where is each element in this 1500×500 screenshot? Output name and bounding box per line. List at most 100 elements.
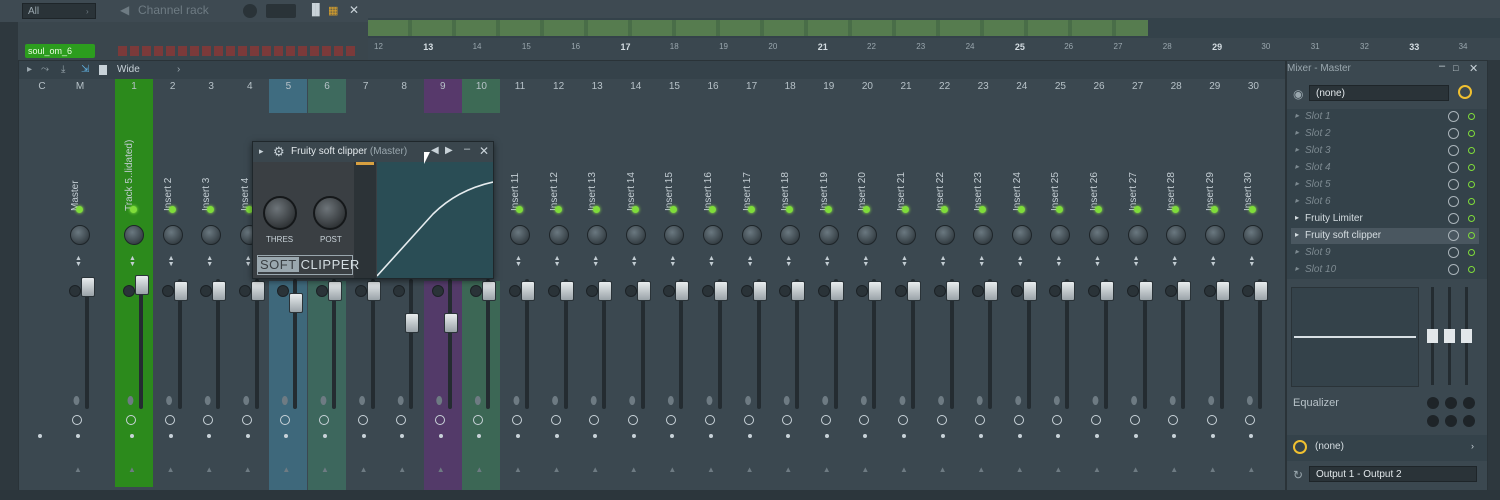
route-dot[interactable] (902, 434, 906, 438)
record-arm-icon[interactable]: ⬮ (938, 395, 945, 408)
mixer-strip[interactable]: 20 Insert 20 ▲ ▼ ⬮ ▲ (848, 79, 886, 487)
stereo-separation-knob[interactable] (70, 225, 90, 245)
route-arrow-icon[interactable]: ▲ (514, 465, 522, 474)
stereo-separation-knob[interactable] (1243, 225, 1264, 245)
input-select[interactable]: (none) (1315, 441, 1344, 452)
slot-enable-led[interactable] (1468, 181, 1475, 188)
record-arm-icon[interactable]: ⬮ (822, 395, 829, 408)
route-dot[interactable] (593, 434, 598, 438)
route-dot[interactable] (168, 434, 173, 438)
fx-slot[interactable]: ▸ Slot 2 (1291, 126, 1479, 142)
record-arm-icon[interactable]: ⬮ (397, 395, 404, 408)
latency-clock-icon[interactable] (589, 415, 600, 425)
volume-fader[interactable] (482, 281, 497, 301)
route-arrow-icon[interactable]: ▲ (591, 465, 599, 474)
volume-fader[interactable] (636, 281, 651, 301)
mix-knob[interactable] (1448, 145, 1459, 156)
mix-knob[interactable] (1448, 264, 1459, 275)
pan-knob[interactable] (702, 285, 714, 297)
swap-arrows-icon[interactable]: ▲▼ (1210, 255, 1217, 268)
strip-enable-led[interactable] (670, 206, 678, 213)
mixer-strip[interactable]: 21 Insert 21 ▲ ▼ ⬮ ▲ (887, 79, 925, 487)
route-arrow-icon[interactable]: ▲ (784, 465, 792, 474)
swap-arrows-icon[interactable]: ▲▼ (1171, 255, 1178, 268)
fx-slot[interactable]: ▸ Fruity soft clipper (1291, 228, 1479, 244)
slot-enable-led[interactable] (1468, 215, 1475, 222)
swap-arrows-icon[interactable]: ▲▼ (1133, 255, 1140, 268)
volume-fader[interactable] (521, 281, 535, 301)
strip-enable-led[interactable] (593, 206, 601, 213)
strip-enable-led[interactable] (1133, 206, 1141, 213)
swap-arrows-icon[interactable]: ▲▼ (669, 255, 676, 268)
pan-knob[interactable] (431, 285, 444, 297)
route-arrow-icon[interactable]: ▲ (244, 465, 252, 474)
record-arm-icon[interactable]: ⬮ (436, 395, 443, 408)
latency-clock-icon[interactable] (1013, 415, 1024, 425)
volume-fader[interactable] (1215, 281, 1230, 301)
strip-enable-led[interactable] (554, 206, 562, 213)
route-dot[interactable] (130, 434, 134, 438)
menu-arrow-icon[interactable]: ▸ (1295, 213, 1299, 222)
volume-fader[interactable] (868, 281, 883, 301)
latency-clock-icon[interactable] (898, 415, 908, 425)
stereo-separation-knob[interactable] (201, 225, 222, 245)
clock-icon[interactable] (1293, 440, 1307, 454)
volume-fader[interactable] (1138, 281, 1153, 301)
threshold-knob[interactable] (263, 196, 297, 230)
record-arm-icon[interactable]: ⬮ (976, 395, 983, 408)
latency-clock-icon[interactable] (859, 415, 870, 425)
volume-fader[interactable] (1254, 281, 1269, 301)
swap-arrows-icon[interactable]: ▲▼ (824, 255, 831, 268)
latency-clock-icon[interactable] (820, 415, 831, 425)
slot-enable-led[interactable] (1468, 130, 1475, 137)
latency-clock-icon[interactable] (936, 415, 947, 425)
latency-clock-icon[interactable] (1168, 415, 1179, 425)
eq-knob[interactable] (1463, 415, 1475, 427)
mixer-strip[interactable]: 26 Insert 26 ▲ ▼ ⬮ ▲ (1080, 79, 1118, 487)
pan-knob[interactable] (1010, 285, 1023, 297)
route-dot[interactable] (709, 434, 713, 438)
maximize-icon[interactable]: □ (1453, 63, 1458, 73)
fx-slot[interactable]: ▸ Slot 4 (1291, 160, 1479, 176)
latency-clock-icon[interactable] (975, 415, 986, 425)
pan-knob[interactable] (316, 285, 328, 297)
menu-arrow-icon[interactable]: ▸ (259, 146, 264, 157)
stereo-separation-knob[interactable] (124, 225, 144, 245)
next-preset-icon[interactable]: ▶ (445, 145, 453, 156)
volume-fader[interactable] (945, 281, 960, 301)
route-arrow-icon[interactable]: ▲ (1170, 465, 1178, 474)
record-arm-icon[interactable]: ⬮ (1053, 395, 1060, 408)
swap-arrows-icon[interactable]: ▲▼ (206, 255, 213, 268)
stereo-separation-knob[interactable] (510, 225, 530, 245)
volume-fader[interactable] (907, 281, 921, 301)
stereo-separation-knob[interactable] (1127, 225, 1148, 245)
swap-arrows-icon[interactable]: ▲▼ (245, 255, 252, 268)
record-arm-icon[interactable]: ⬮ (667, 395, 674, 408)
mixer-strip[interactable]: 30 Insert 30 ▲ ▼ ⬮ ▲ (1234, 79, 1272, 487)
latency-clock-icon[interactable] (1206, 415, 1217, 425)
volume-fader[interactable] (289, 293, 304, 313)
volume-fader[interactable] (328, 281, 342, 301)
stereo-separation-knob[interactable] (1204, 225, 1225, 245)
pan-knob[interactable] (586, 285, 599, 297)
volume-fader[interactable] (135, 275, 149, 295)
volume-fader[interactable] (752, 281, 767, 301)
record-arm-icon[interactable]: ⬮ (1015, 395, 1022, 408)
route-dot[interactable] (786, 434, 791, 438)
record-arm-icon[interactable]: ⬮ (73, 395, 80, 408)
mix-knob[interactable] (1448, 196, 1459, 207)
pan-knob[interactable] (1242, 285, 1255, 297)
slot-enable-led[interactable] (1468, 164, 1475, 171)
swap-arrows-icon[interactable]: ▲▼ (1017, 255, 1024, 268)
menu-arrow-icon[interactable]: ▸ (1295, 196, 1299, 205)
swap-arrows-icon[interactable]: ▲▼ (785, 255, 792, 268)
fx-slot[interactable]: ▸ Slot 6 (1291, 194, 1479, 210)
eq-knob[interactable] (1445, 415, 1457, 427)
strip-enable-led[interactable] (786, 206, 794, 213)
eq-high-fader[interactable] (1461, 329, 1472, 343)
swap-arrows-icon[interactable]: ▲▼ (1094, 255, 1101, 268)
route-arrow-icon[interactable]: ▲ (360, 465, 368, 474)
strip-enable-led[interactable] (979, 206, 987, 213)
strip-enable-led[interactable] (1210, 206, 1218, 213)
latency-clock-icon[interactable] (550, 415, 561, 425)
